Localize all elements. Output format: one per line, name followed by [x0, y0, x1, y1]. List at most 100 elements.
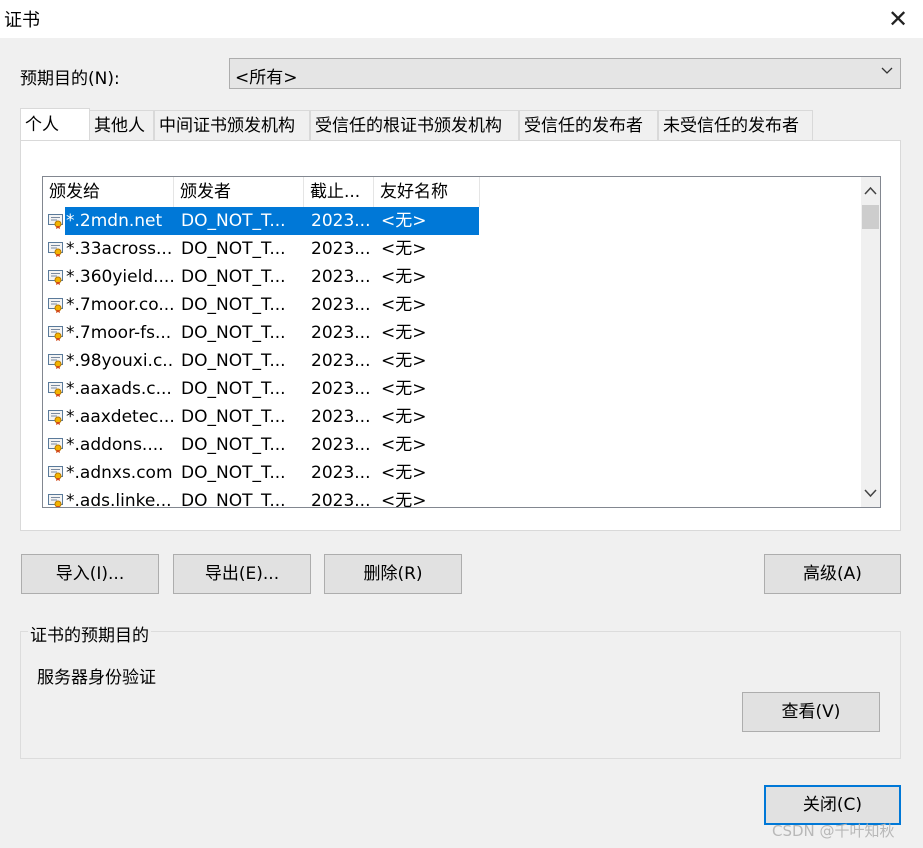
close-window-icon[interactable]: ✕	[880, 3, 916, 35]
cell-issuer: DO_NOT_T...	[181, 211, 286, 231]
table-row[interactable]: *.7moor.co... DO_NOT_T... 2023... <无>	[43, 291, 480, 319]
cell-expiry: 2023...	[311, 463, 371, 483]
cell-issued-to: *.360yield....	[66, 267, 174, 287]
view-button[interactable]: 查看(V)	[742, 692, 880, 732]
tab-other-people[interactable]: 其他人	[89, 110, 154, 140]
cell-friendly: <无>	[381, 239, 427, 259]
list-header: 颁发给 颁发者 截止... 友好名称	[43, 177, 480, 207]
cell-issued-to: *.7moor-fs...	[66, 323, 172, 343]
certificate-icon	[48, 242, 63, 257]
tab-label: 个人	[25, 115, 59, 135]
table-row[interactable]: *.360yield.... DO_NOT_T... 2023... <无>	[43, 263, 480, 291]
cell-issuer: DO_NOT_T...	[181, 351, 286, 371]
cell-expiry: 2023...	[311, 351, 371, 371]
export-button[interactable]: 导出(E)...	[173, 554, 311, 594]
scroll-up-arrow-icon[interactable]	[861, 181, 880, 201]
advanced-button[interactable]: 高级(A)	[764, 554, 901, 594]
scrollbar-thumb[interactable]	[862, 205, 879, 229]
cell-expiry: 2023...	[311, 435, 371, 455]
cell-issuer: DO_NOT_T...	[181, 379, 286, 399]
tab-trusted-root-ca[interactable]: 受信任的根证书颁发机构	[310, 110, 519, 140]
close-button[interactable]: 关闭(C)	[764, 785, 901, 825]
cell-issuer: DO_NOT_T...	[181, 239, 286, 259]
scroll-down-arrow-icon[interactable]	[861, 483, 880, 503]
tab-label: 未受信任的发布者	[663, 116, 799, 136]
cell-expiry: 2023...	[311, 239, 371, 259]
table-row[interactable]: *.7moor-fs... DO_NOT_T... 2023... <无>	[43, 319, 480, 347]
remove-button[interactable]: 删除(R)	[324, 554, 462, 594]
column-expiration[interactable]: 截止...	[304, 177, 374, 207]
cell-issuer: DO_NOT_T...	[181, 323, 286, 343]
cell-issued-to: *.ads.linke...	[66, 491, 172, 508]
vertical-scrollbar[interactable]	[861, 177, 880, 507]
tab-label: 受信任的发布者	[524, 116, 643, 136]
column-issued-to[interactable]: 颁发给	[43, 177, 174, 207]
group-title: 证书的预期目的	[28, 621, 151, 646]
certificate-icon	[48, 354, 63, 369]
cell-expiry: 2023...	[311, 491, 371, 508]
cell-issued-to: *.2mdn.net	[66, 211, 163, 231]
certificate-icon	[48, 382, 63, 397]
cell-friendly: <无>	[381, 379, 427, 399]
tab-trusted-publishers[interactable]: 受信任的发布者	[519, 110, 658, 140]
certificate-icon	[48, 214, 63, 229]
cell-friendly: <无>	[381, 323, 427, 343]
table-row[interactable]: *.98youxi.c... DO_NOT_T... 2023... <无>	[43, 347, 480, 375]
cell-issuer: DO_NOT_T...	[181, 463, 286, 483]
cell-issued-to: *.98youxi.c...	[66, 351, 174, 371]
table-row[interactable]: *.aaxdetec... DO_NOT_T... 2023... <无>	[43, 403, 480, 431]
table-row[interactable]: *.33across.... DO_NOT_T... 2023... <无>	[43, 235, 480, 263]
title-bar: 证书 ✕	[0, 0, 923, 38]
tab-intermediate-ca[interactable]: 中间证书颁发机构	[154, 110, 310, 140]
column-issued-by[interactable]: 颁发者	[174, 177, 304, 207]
certificate-icon	[48, 326, 63, 341]
window-title: 证书	[4, 10, 40, 31]
certificate-icon	[48, 494, 63, 507]
cell-expiry: 2023...	[311, 407, 371, 427]
tab-label: 其他人	[94, 116, 145, 136]
certificate-icon	[48, 466, 63, 481]
certificate-icon	[48, 438, 63, 453]
tab-label: 受信任的根证书颁发机构	[315, 116, 502, 136]
watermark: CSDN @千叶知秋	[772, 822, 895, 840]
cell-friendly: <无>	[381, 267, 427, 287]
cell-issued-to: *.aaxads.c...	[66, 379, 172, 399]
tab-untrusted-publishers[interactable]: 未受信任的发布者	[658, 110, 813, 140]
cell-issuer: DO_NOT_T...	[181, 295, 286, 315]
certificate-list[interactable]: 颁发给 颁发者 截止... 友好名称 *.2mdn.net DO_NOT_T...…	[42, 176, 881, 508]
cell-expiry: 2023...	[311, 323, 371, 343]
table-row[interactable]: *.2mdn.net DO_NOT_T... 2023... <无>	[43, 207, 480, 235]
import-button[interactable]: 导入(I)...	[21, 554, 159, 594]
cell-expiry: 2023...	[311, 379, 371, 399]
cell-friendly: <无>	[381, 407, 427, 427]
cell-issued-to: *.33across....	[66, 239, 174, 259]
cell-issued-to: *.7moor.co...	[66, 295, 174, 315]
cell-issued-to: *.addons....	[66, 435, 164, 455]
cell-friendly: <无>	[381, 435, 427, 455]
cell-issuer: DO_NOT_T...	[181, 491, 286, 508]
cell-issuer: DO_NOT_T...	[181, 435, 286, 455]
cell-issued-to: *.aaxdetec...	[66, 407, 174, 427]
dropdown-value: <所有>	[235, 68, 298, 88]
intended-purpose-label: 预期目的(N):	[20, 69, 120, 89]
table-row[interactable]: *.adnxs.com DO_NOT_T... 2023... <无>	[43, 459, 480, 487]
cell-issuer: DO_NOT_T...	[181, 407, 286, 427]
purpose-text: 服务器身份验证	[37, 668, 156, 688]
chevron-down-icon	[881, 67, 893, 74]
cell-expiry: 2023...	[311, 211, 371, 231]
certificate-icon	[48, 270, 63, 285]
intended-purpose-dropdown[interactable]: <所有>	[229, 58, 901, 89]
cell-friendly: <无>	[381, 295, 427, 315]
cell-expiry: 2023...	[311, 295, 371, 315]
column-friendly-name[interactable]: 友好名称	[374, 177, 480, 207]
cell-expiry: 2023...	[311, 267, 371, 287]
tab-label: 中间证书颁发机构	[159, 116, 295, 136]
table-row[interactable]: *.addons.... DO_NOT_T... 2023... <无>	[43, 431, 480, 459]
cell-friendly: <无>	[381, 351, 427, 371]
table-row[interactable]: *.ads.linke... DO_NOT_T... 2023... <无>	[43, 487, 480, 508]
tab-personal[interactable]: 个人	[20, 108, 90, 140]
table-row[interactable]: *.aaxads.c... DO_NOT_T... 2023... <无>	[43, 375, 480, 403]
cell-friendly: <无>	[381, 491, 427, 508]
cell-issued-to: *.adnxs.com	[66, 463, 173, 483]
certificate-icon	[48, 410, 63, 425]
